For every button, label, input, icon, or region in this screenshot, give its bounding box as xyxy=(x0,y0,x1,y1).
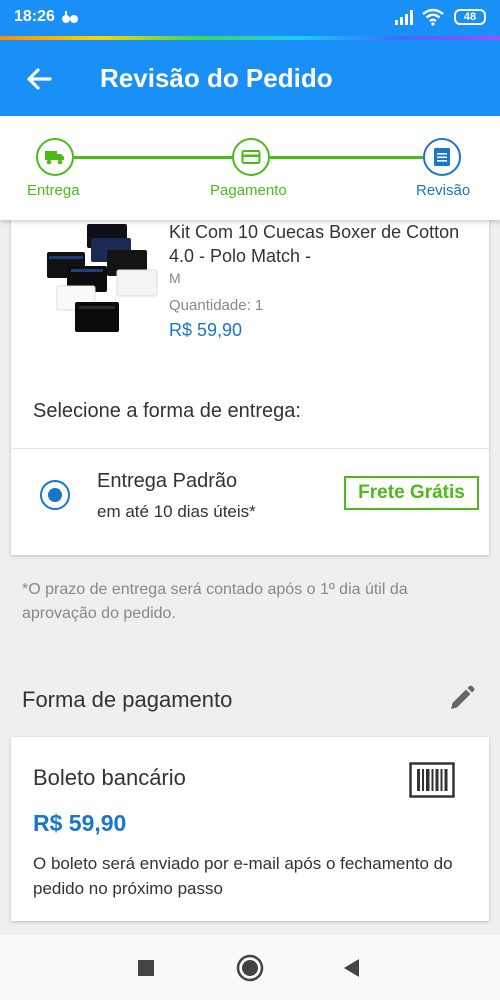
truck-icon xyxy=(45,151,64,165)
page-title: Revisão do Pedido xyxy=(100,63,333,93)
payment-section-title: Forma de pagamento xyxy=(22,687,233,712)
delivery-option-subtitle: em até 10 dias úteis* xyxy=(97,502,256,521)
product-price: R$ 59,90 xyxy=(169,320,243,340)
wifi-icon xyxy=(422,8,444,26)
signal-icon xyxy=(395,10,413,25)
arrow-left-icon[interactable] xyxy=(22,62,56,96)
radio-selected-dot xyxy=(48,488,62,502)
step-label-entrega: Entrega xyxy=(27,182,80,199)
product-name: Kit Com 10 Cuecas Boxer de Cotton 4.0 - … xyxy=(169,222,460,266)
payment-price: R$ 59,90 xyxy=(33,810,127,836)
payment-method: Boleto bancário xyxy=(33,765,186,790)
app-bar: Revisão do Pedido xyxy=(0,40,500,116)
system-nav-bar xyxy=(0,935,500,1000)
payment-card[interactable]: Boleto bancário R$ 59,90 O boleto será e… xyxy=(11,737,489,921)
battery-icon: 48 xyxy=(454,9,486,25)
status-bar: 18:26 48 xyxy=(0,0,500,37)
free-shipping-badge: Frete Grátis xyxy=(344,476,479,510)
step-label-pagamento: Pagamento xyxy=(210,182,287,199)
checkout-stepper: Entrega Pagamento Revisão xyxy=(0,116,500,220)
product-quantity: Quantidade: 1 xyxy=(169,297,264,314)
product-image xyxy=(47,224,158,332)
delivery-note: *O prazo de entrega será contado após o … xyxy=(22,581,408,622)
card-icon xyxy=(241,150,261,164)
back-icon[interactable] xyxy=(341,957,361,979)
payment-description: O boleto será enviado por e-mail após o … xyxy=(33,854,453,898)
pencil-icon[interactable] xyxy=(446,684,476,714)
step-connector xyxy=(74,156,234,159)
delivery-option-title: Entrega Padrão xyxy=(97,470,238,492)
step-revisao[interactable] xyxy=(423,138,461,176)
home-icon[interactable] xyxy=(236,954,264,982)
step-entrega[interactable] xyxy=(36,138,74,176)
delivery-section-label: Selecione a forma de entrega: xyxy=(33,400,301,422)
notification-icon xyxy=(62,11,78,23)
delivery-radio[interactable] xyxy=(40,480,70,510)
recent-apps-icon[interactable] xyxy=(137,959,155,977)
list-icon xyxy=(434,148,450,166)
step-connector xyxy=(270,156,425,159)
barcode-icon xyxy=(409,762,455,798)
step-label-revisao: Revisão xyxy=(416,182,471,199)
status-time: 18:26 xyxy=(14,8,55,25)
order-card: Kit Com 10 Cuecas Boxer de Cotton 4.0 - … xyxy=(11,210,489,555)
product-size: M xyxy=(169,270,181,286)
divider xyxy=(11,448,489,449)
step-pagamento[interactable] xyxy=(232,138,270,176)
